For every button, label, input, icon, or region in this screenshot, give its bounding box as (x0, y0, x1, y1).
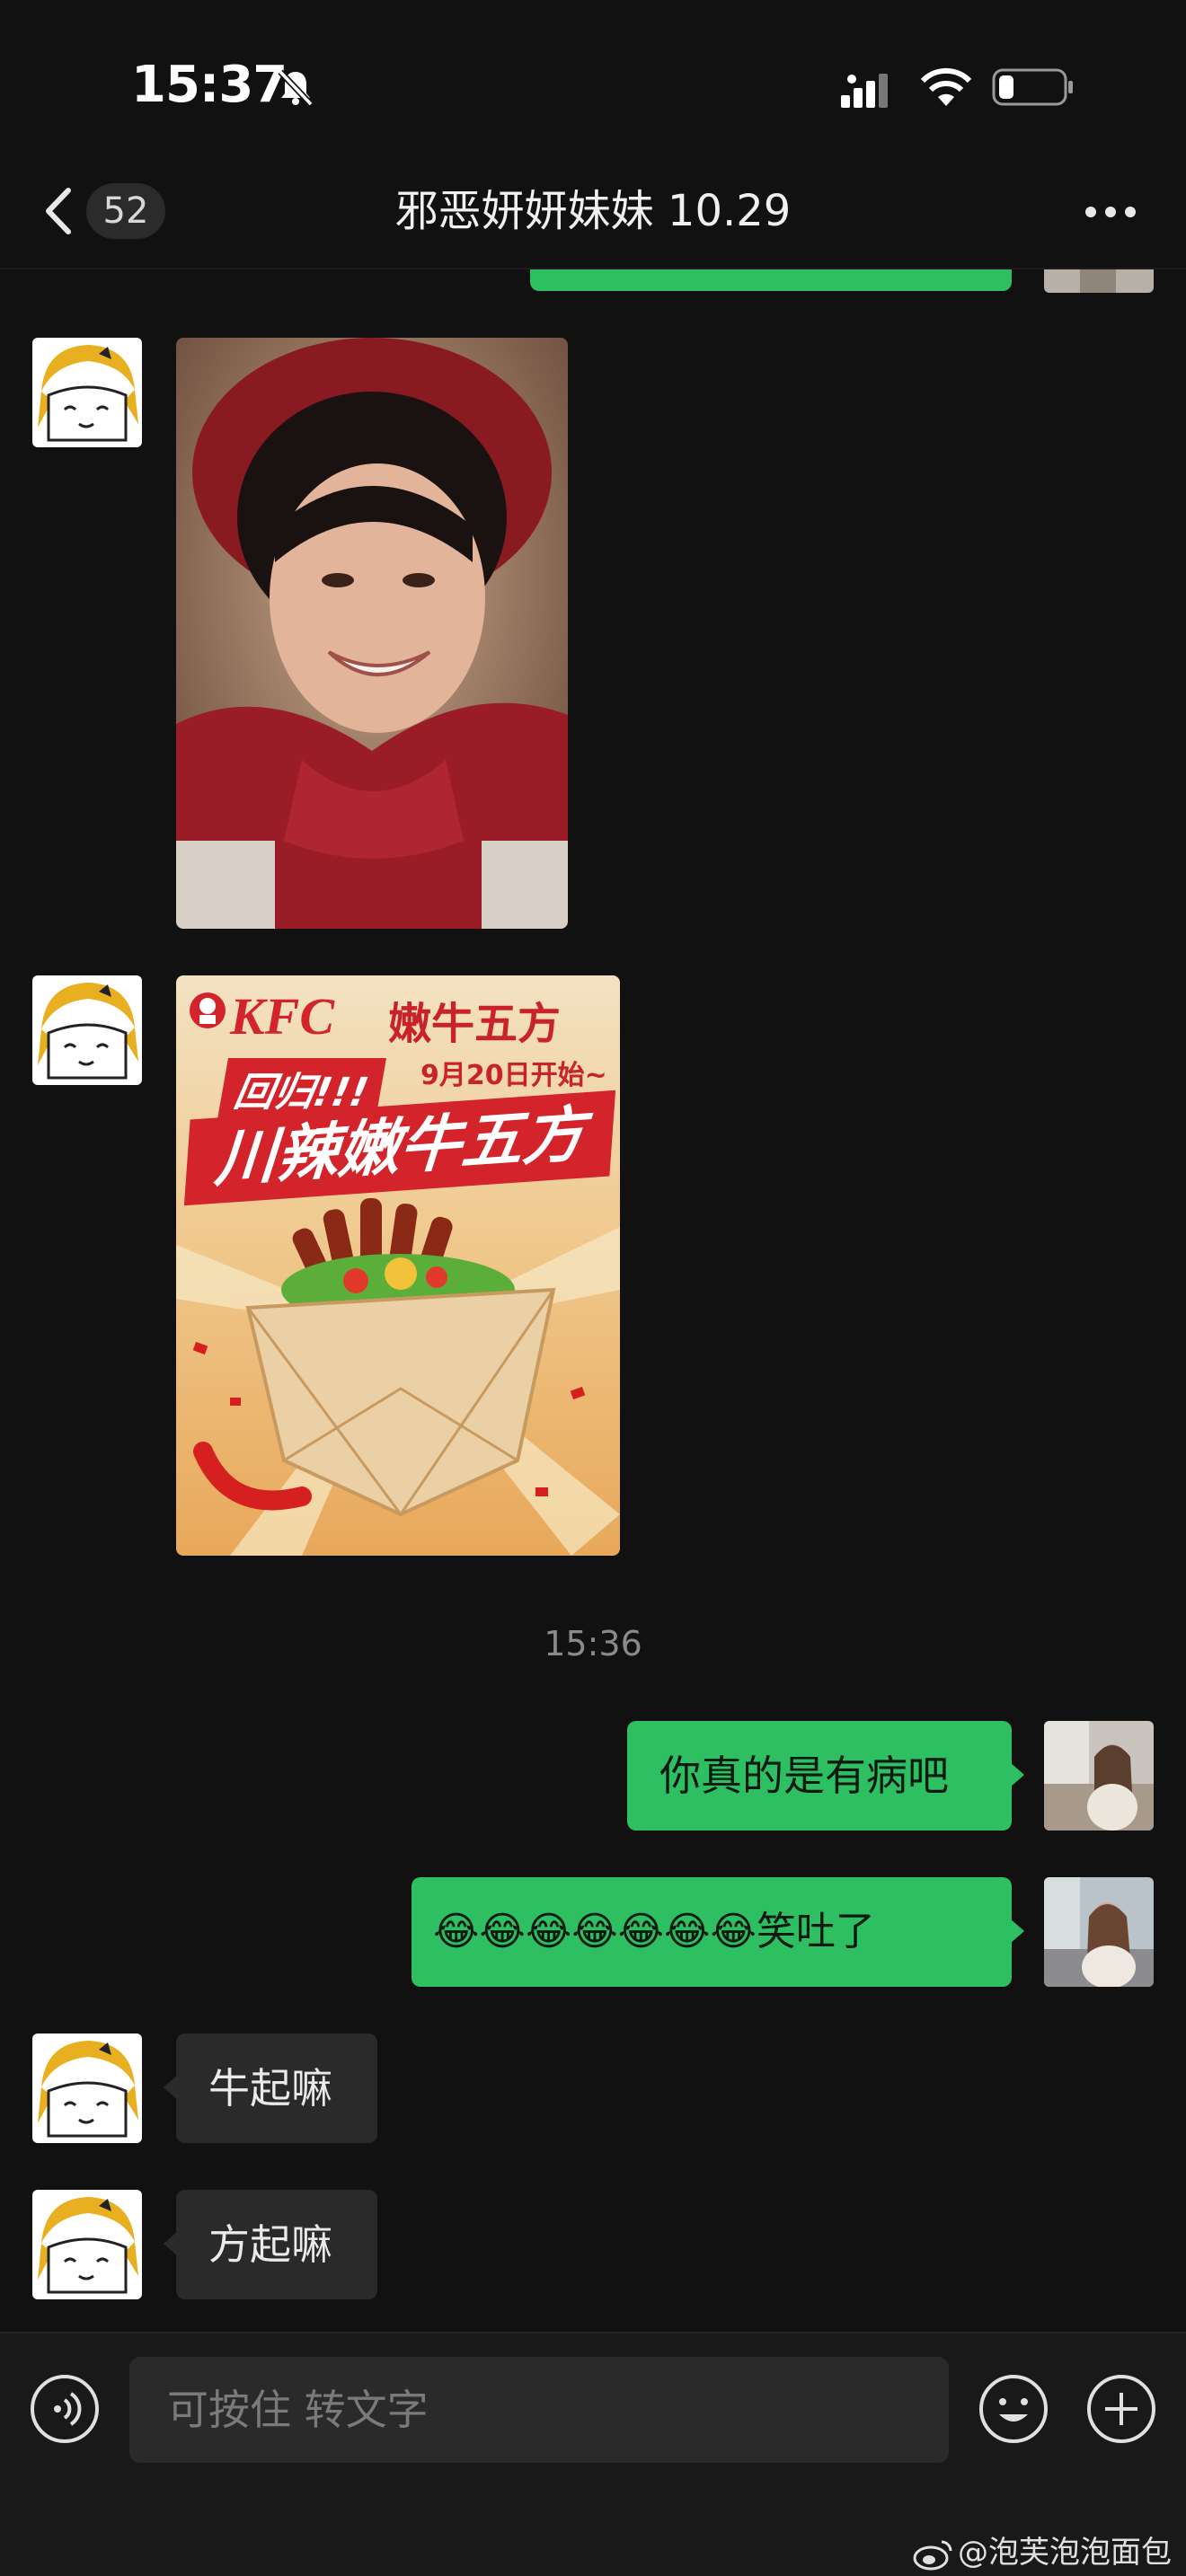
contact-avatar[interactable] (32, 975, 142, 1085)
wrap-illustration (176, 1198, 620, 1556)
sent-message-bubble[interactable]: 你真的是有病吧 (627, 1721, 1024, 1831)
message-timestamp: 15:36 (544, 1624, 642, 1663)
received-photo[interactable] (176, 338, 568, 929)
battery-icon (992, 68, 1073, 106)
unread-count-badge[interactable]: 52 (86, 183, 165, 239)
sent-message-bubble[interactable]: 😂😂😂😂😂😂😂笑吐了 (412, 1877, 1024, 1987)
more-dots-icon[interactable] (1082, 201, 1139, 223)
received-message-bubble[interactable]: 牛起嘛 (164, 2033, 377, 2143)
bell-slash-icon (278, 69, 314, 107)
received-kfc-poster-image[interactable]: KFC 嫩牛五方 回归!!! 9月20日开始~ 川辣嫩牛五方 (176, 975, 620, 1556)
weibo-icon (913, 2540, 952, 2570)
status-bar: 15:37 (0, 0, 1186, 153)
wifi-icon (920, 67, 972, 106)
received-message-bubble[interactable]: 方起嘛 (164, 2190, 377, 2299)
plus-icon[interactable] (1085, 2373, 1157, 2445)
contact-avatar[interactable] (32, 2033, 142, 2143)
chevron-left-icon[interactable] (40, 185, 75, 237)
poster-top-line: 嫩牛五方 (388, 999, 562, 1049)
my-avatar[interactable] (1044, 269, 1154, 293)
my-avatar[interactable] (1044, 1877, 1154, 1987)
emoji-icon[interactable] (978, 2373, 1049, 2445)
poster-brand: KFC (230, 987, 335, 1045)
my-avatar[interactable] (1044, 1721, 1154, 1831)
previous-sent-bubble[interactable] (530, 269, 1012, 291)
message-input[interactable] (129, 2357, 949, 2463)
chat-title: 邪恶妍妍妹妹 10.29 (394, 186, 792, 236)
kfc-logo-icon (190, 992, 226, 1028)
watermark-text: @泡芙泡泡面包 (958, 2535, 1172, 2571)
chat-header: 52 邪恶妍妍妹妹 10.29 (0, 153, 1186, 269)
status-time: 15:37 (131, 56, 288, 114)
contact-avatar[interactable] (32, 338, 142, 447)
weibo-watermark: @泡芙泡泡面包 (913, 2527, 1172, 2572)
voice-icon[interactable] (29, 2373, 101, 2445)
contact-avatar[interactable] (32, 2190, 142, 2299)
cellular-signal-icon (841, 74, 888, 108)
poster-date-line: 9月20日开始~ (420, 1060, 607, 1091)
